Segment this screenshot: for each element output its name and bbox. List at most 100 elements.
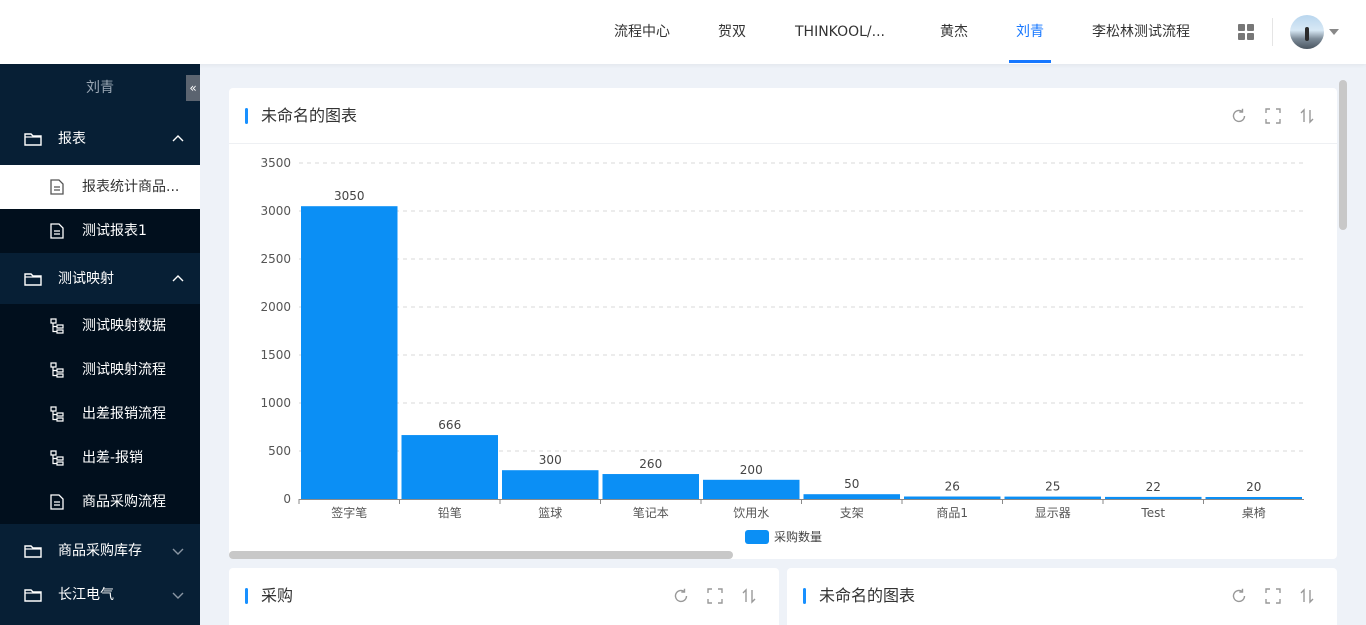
tree-icon [50,362,64,378]
card-title: 未命名的图表 [261,106,358,125]
chevron-down-icon [172,548,184,555]
document-icon [50,494,64,510]
refresh-icon[interactable] [1230,587,1248,605]
sidebar-item-travel-reimbursement[interactable]: 出差-报销 [0,436,200,480]
chevron-down-icon[interactable] [1329,29,1339,35]
fullscreen-icon[interactable] [1264,587,1282,605]
bar [803,494,900,499]
card-toolbar [1230,587,1320,605]
sidebar: 刘青 « 报表 报表统计商品... 测试报表1 测试映射 测试映射数据 测试映射… [0,64,200,625]
sidebar-group-product-purchase-stock[interactable]: 商品采购库存 [0,529,200,573]
sidebar-item-label: 商品采购流程 [82,494,166,510]
title-accent [245,588,248,604]
sidebar-item-travel-reimbursement-flow[interactable]: 出差报销流程 [0,392,200,436]
tree-icon [50,450,64,466]
chevron-down-icon [172,592,184,599]
collapse-sidebar-button[interactable]: « [186,75,200,101]
data-label: 50 [844,477,859,491]
sort-icon[interactable] [740,587,758,605]
data-label: 300 [539,453,562,467]
y-tick-label: 2500 [260,252,291,266]
tab-li-songlin-test-flow[interactable]: 李松林测试流程 [1083,0,1199,64]
divider [1272,18,1273,46]
y-tick-label: 1000 [260,396,291,410]
document-icon [50,223,64,239]
sidebar-item-label: 测试报表1 [82,223,147,239]
sidebar-item-product-purchase-flow[interactable]: 商品采购流程 [0,480,200,524]
x-tick-label: 支架 [840,506,864,520]
tab-liu-qing[interactable]: 刘青 [1009,0,1051,64]
bar [301,206,398,499]
bar [1105,496,1202,499]
y-tick-label: 500 [268,444,291,458]
data-label: 200 [740,463,763,477]
chevron-up-icon [172,275,184,282]
y-tick-label: 3000 [260,204,291,218]
sidebar-item-test-mapping-flow[interactable]: 测试映射流程 [0,348,200,392]
card-title: 未命名的图表 [819,586,916,605]
y-tick-label: 1500 [260,348,291,362]
folder-icon [24,273,42,286]
sidebar-group-label: 报表 [58,131,86,147]
data-label: 26 [945,480,960,494]
folder-icon [24,545,42,558]
bar [401,435,498,499]
horizontal-scrollbar[interactable] [229,551,733,559]
data-label: 22 [1146,480,1161,494]
fullscreen-icon[interactable] [706,587,724,605]
card-toolbar [1230,107,1320,125]
sort-icon[interactable] [1298,107,1316,125]
tab-huang-jie[interactable]: 黄杰 [930,0,978,64]
tree-icon [50,406,64,422]
legend-label: 采购数量 [774,529,822,544]
y-tick-label: 3500 [260,156,291,170]
vertical-scrollbar[interactable] [1339,80,1347,230]
bar [502,470,599,499]
x-tick-label: 签字笔 [331,505,367,520]
tab-flow-center[interactable]: 流程中心 [603,0,681,64]
data-label: 260 [639,457,662,471]
avatar[interactable] [1290,15,1324,49]
sidebar-group-reports[interactable]: 报表 [0,117,200,161]
x-tick-label: Test [1140,506,1165,520]
sidebar-item-test-mapping-data[interactable]: 测试映射数据 [0,304,200,348]
folder-icon [24,589,42,602]
refresh-icon[interactable] [672,587,690,605]
sidebar-item-test-report-1[interactable]: 测试报表1 [0,209,200,253]
grid-icon[interactable] [1238,24,1254,40]
data-label: 25 [1045,480,1060,494]
tree-icon [50,318,64,334]
sort-icon[interactable] [1298,587,1316,605]
x-tick-label: 铅笔 [438,505,462,520]
sidebar-user-name: 刘青 [86,80,114,96]
tab-he-shuang[interactable]: 贺双 [708,0,756,64]
x-tick-label: 显示器 [1035,506,1071,520]
fullscreen-icon[interactable] [1264,107,1282,125]
bar [1004,496,1101,499]
folder-icon [24,133,42,146]
refresh-icon[interactable] [1230,107,1248,125]
sidebar-item-label: 报表统计商品... [82,179,180,195]
sidebar-group-label: 商品采购库存 [58,543,142,559]
sidebar-group-changjiang-electric[interactable]: 长江电气 [0,573,200,617]
tab-thinkool[interactable]: THINKOOL/... [783,0,897,64]
sidebar-item-label: 测试映射数据 [82,318,166,334]
sidebar-group-label: 长江电气 [58,587,114,603]
document-icon [50,179,64,195]
x-tick-label: 饮用水 [733,506,769,520]
bar [602,474,699,499]
data-label: 666 [438,418,461,432]
sidebar-group-label: 测试映射 [58,271,114,287]
x-tick-label: 笔记本 [633,505,669,520]
x-tick-label: 篮球 [538,505,562,520]
bar [904,496,1001,499]
sidebar-item-report-product-stats[interactable]: 报表统计商品... [0,165,200,209]
x-tick-label: 商品1 [936,505,968,520]
legend-swatch [745,530,769,544]
bar [1205,497,1302,499]
data-label: 3050 [334,189,365,203]
unnamed-chart-card-2: 未命名的图表 [787,568,1337,625]
title-accent [245,108,248,124]
card-toolbar [672,587,762,605]
sidebar-group-test-mapping[interactable]: 测试映射 [0,257,200,301]
